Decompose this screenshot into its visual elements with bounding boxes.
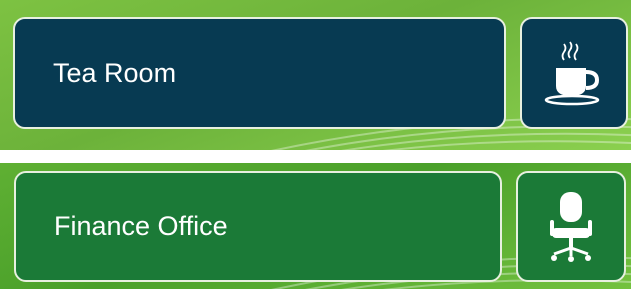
room-name-label: Tea Room	[53, 57, 177, 88]
finance-office-panel: Finance Office	[0, 163, 631, 289]
finance-office-name-button[interactable]: Finance Office	[14, 171, 502, 282]
office-chair-icon	[546, 190, 596, 264]
room-signage-screen: Tea Room Finance Office	[0, 0, 631, 289]
tea-room-icon-button[interactable]	[520, 17, 628, 129]
room-name-label: Finance Office	[54, 211, 228, 241]
tea-room-panel: Tea Room	[0, 0, 631, 150]
coffee-cup-icon	[544, 38, 604, 108]
finance-office-icon-button[interactable]	[516, 171, 626, 282]
tea-room-name-button[interactable]: Tea Room	[13, 17, 506, 129]
